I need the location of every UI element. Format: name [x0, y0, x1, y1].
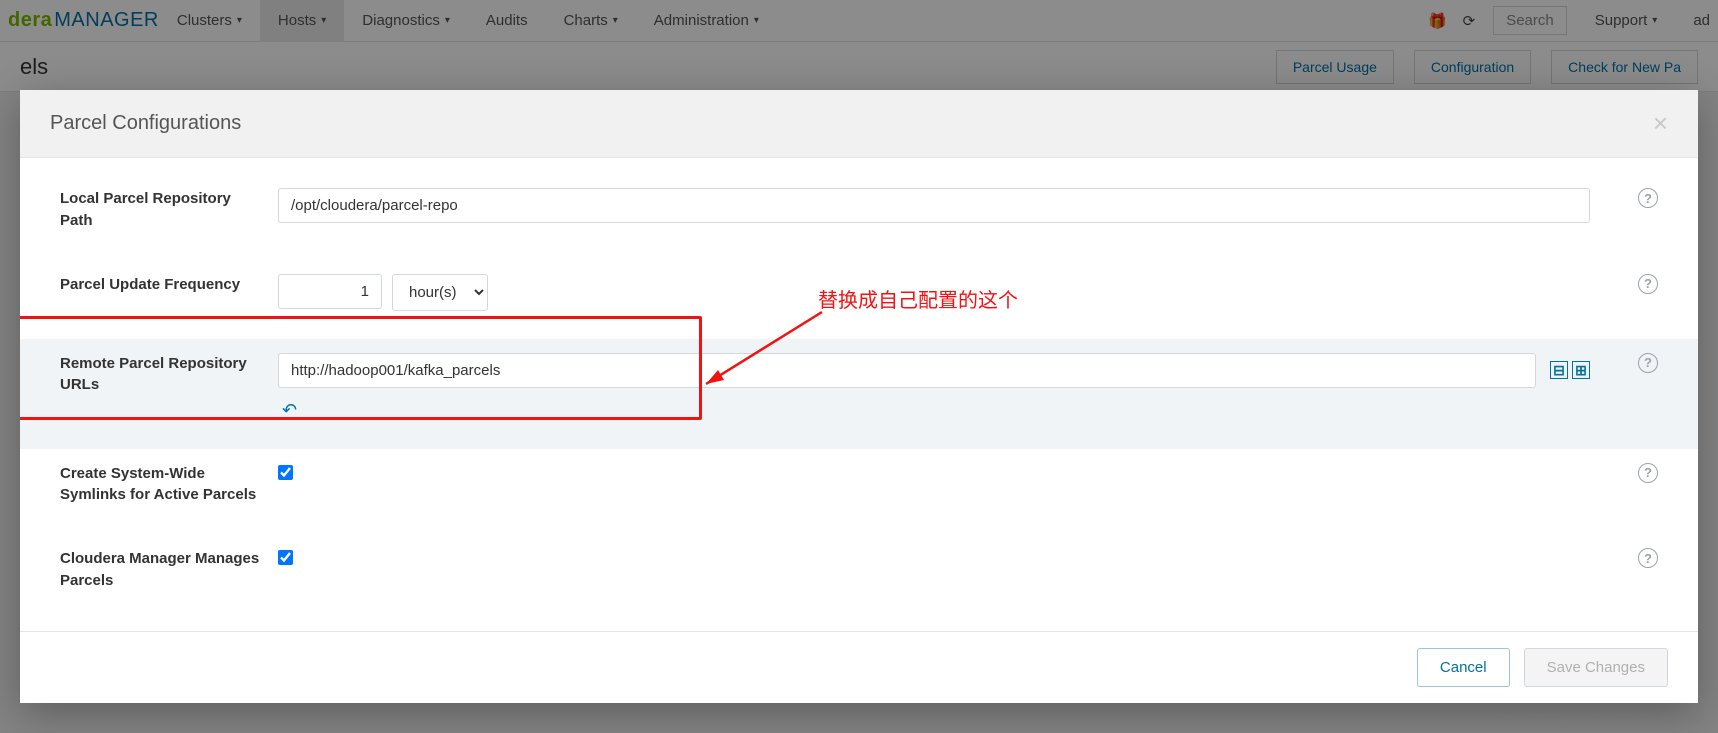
help-icon[interactable]: ? [1638, 353, 1658, 373]
url-add-remove-controls: ⊟ ⊞ [1550, 361, 1590, 379]
help-icon[interactable]: ? [1638, 188, 1658, 208]
update-frequency-input[interactable] [278, 274, 382, 309]
annotation-text: 替换成自己配置的这个 [818, 284, 1018, 313]
label-manages-parcels: Cloudera Manager Manages Parcels [60, 548, 278, 592]
modal-title: Parcel Configurations [50, 112, 241, 135]
row-symlinks: Create System-Wide Symlinks for Active P… [60, 449, 1658, 535]
remove-url-icon[interactable]: ⊟ [1550, 361, 1568, 379]
modal-footer: Cancel Save Changes [20, 631, 1698, 703]
label-local-repo: Local Parcel Repository Path [60, 188, 278, 232]
parcel-config-modal: Parcel Configurations × Local Parcel Rep… [20, 90, 1698, 703]
modal-body: Local Parcel Repository Path ? Parcel Up… [20, 158, 1698, 631]
help-icon[interactable]: ? [1638, 548, 1658, 568]
watermark: https://blog.csdn.net/zhikanjiani [1496, 711, 1700, 727]
row-remote-urls: Remote Parcel Repository URLs ⊟ ⊞ ↶ ? [20, 339, 1698, 449]
add-url-icon[interactable]: ⊞ [1572, 361, 1590, 379]
close-icon[interactable]: × [1653, 108, 1668, 139]
label-remote-urls: Remote Parcel Repository URLs [60, 353, 278, 397]
update-frequency-unit-select[interactable]: hour(s) [392, 274, 488, 311]
cancel-button[interactable]: Cancel [1417, 648, 1510, 687]
label-symlinks: Create System-Wide Symlinks for Active P… [60, 463, 278, 507]
row-local-repo: Local Parcel Repository Path ? [60, 174, 1658, 260]
undo-icon[interactable]: ↶ [278, 400, 1590, 421]
help-icon[interactable]: ? [1638, 463, 1658, 483]
modal-header: Parcel Configurations × [20, 90, 1698, 158]
help-icon[interactable]: ? [1638, 274, 1658, 294]
save-changes-button[interactable]: Save Changes [1524, 648, 1668, 687]
local-repo-input[interactable] [278, 188, 1590, 223]
row-manages-parcels: Cloudera Manager Manages Parcels ? [60, 534, 1658, 596]
manages-parcels-checkbox[interactable] [278, 550, 293, 565]
label-update-frequency: Parcel Update Frequency [60, 274, 278, 296]
symlinks-checkbox[interactable] [278, 465, 293, 480]
remote-url-input[interactable] [278, 353, 1536, 388]
